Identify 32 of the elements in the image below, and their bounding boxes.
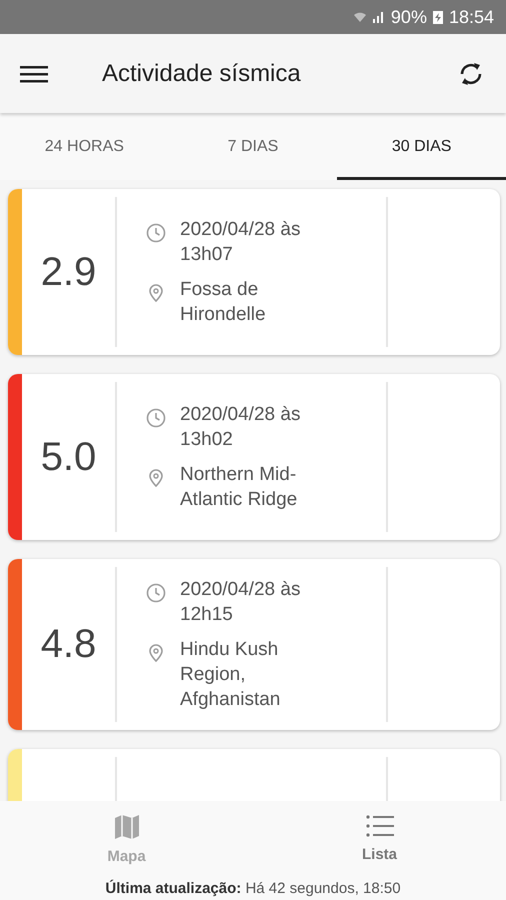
magnitude: 5.0 — [40, 434, 96, 480]
tab[interactable]: 30 DIAS — [337, 113, 506, 180]
event-time: 2020/04/28 às 12h15 — [180, 578, 302, 627]
wifi-icon — [352, 10, 367, 24]
event-time: 2020/04/28 às 13h07 — [180, 218, 302, 267]
event-time: 2020/04/28 às 13h02 — [180, 403, 302, 452]
earthquake-card[interactable]: 5.0 2020/04/28 às 13h02 Northern Mid-Atlantic Ridge — [8, 374, 500, 540]
location-pin-icon — [146, 643, 166, 663]
clock-icon — [146, 408, 166, 428]
bottom-nav-item[interactable]: Lista — [253, 813, 506, 866]
event-location: Fossa de Hirondelle — [180, 278, 267, 327]
clock-icon — [146, 223, 166, 243]
map-icon — [112, 814, 140, 840]
list-icon — [366, 814, 394, 838]
magnitude: 2.9 — [40, 250, 96, 294]
app-title: Actividade sísmica — [102, 60, 302, 88]
event-location: Northern Mid-Atlantic Ridge — [180, 463, 298, 512]
tab[interactable]: 7 DIAS — [168, 113, 338, 180]
location-pin-icon — [146, 283, 166, 303]
signal-icon — [372, 10, 386, 24]
magnitude: 4.8 — [40, 622, 96, 667]
earthquake-card[interactable]: 4.8 2020/04/28 às 12h15 Hindu Kush Region, Afghanistan — [8, 559, 500, 730]
menu-icon[interactable] — [20, 64, 48, 84]
clock-icon — [146, 583, 166, 603]
battery-percent: 90% — [390, 6, 427, 28]
earthquake-card[interactable]: 2.9 2020/04/28 às 13h07 Fossa de Hirondelle — [8, 189, 500, 355]
last-update-text: Última atualização: Há 42 segundos, 18:50 — [104, 880, 402, 897]
clock-time: 18:54 — [448, 6, 494, 28]
tab[interactable]: 24 HORAS — [0, 113, 169, 180]
location-pin-icon — [146, 468, 166, 488]
battery-charging-icon — [432, 9, 444, 25]
event-location: Hindu Kush Region, Afghanistan — [180, 638, 282, 712]
